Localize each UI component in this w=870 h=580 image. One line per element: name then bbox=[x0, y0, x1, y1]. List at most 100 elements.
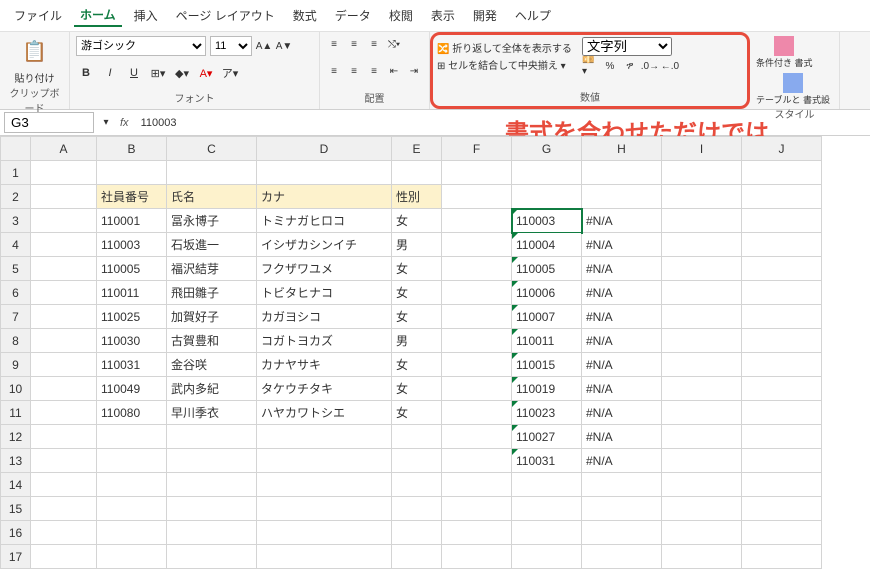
cell[interactable] bbox=[442, 377, 512, 401]
cell[interactable] bbox=[167, 425, 257, 449]
col-header[interactable]: C bbox=[167, 137, 257, 161]
cell[interactable]: カガヨシコ bbox=[257, 305, 392, 329]
cell[interactable] bbox=[442, 521, 512, 545]
cell[interactable]: イシザカシンイチ bbox=[257, 233, 392, 257]
cell[interactable] bbox=[442, 545, 512, 569]
cell[interactable] bbox=[31, 233, 97, 257]
cell[interactable]: 女 bbox=[392, 377, 442, 401]
cell[interactable] bbox=[31, 329, 97, 353]
cell[interactable]: 早川季衣 bbox=[167, 401, 257, 425]
cell[interactable] bbox=[31, 305, 97, 329]
worksheet-grid[interactable]: ABCDEFGHIJ12社員番号氏名カナ性別3110001冨永博子トミナガヒロコ… bbox=[0, 136, 870, 569]
cell[interactable] bbox=[582, 161, 662, 185]
cell[interactable]: #N/A bbox=[582, 281, 662, 305]
cell[interactable] bbox=[31, 257, 97, 281]
cell[interactable] bbox=[742, 473, 822, 497]
row-header[interactable]: 16 bbox=[1, 521, 31, 545]
decrease-font-icon[interactable]: A▼ bbox=[276, 38, 292, 54]
row-header[interactable]: 9 bbox=[1, 353, 31, 377]
cell[interactable] bbox=[662, 161, 742, 185]
cell[interactable]: 女 bbox=[392, 353, 442, 377]
cell[interactable] bbox=[442, 329, 512, 353]
cell[interactable] bbox=[512, 497, 582, 521]
row-header[interactable]: 13 bbox=[1, 449, 31, 473]
orientation-icon[interactable]: ⤭▾ bbox=[386, 36, 402, 52]
font-size-select[interactable]: 11 bbox=[210, 36, 252, 56]
number-format-select[interactable]: 文字列 bbox=[582, 37, 672, 56]
col-header[interactable]: I bbox=[662, 137, 742, 161]
cell[interactable] bbox=[442, 161, 512, 185]
conditional-format-button[interactable]: 条件付き 書式 bbox=[756, 36, 813, 69]
percent-icon[interactable]: % bbox=[602, 58, 618, 74]
row-header[interactable]: 14 bbox=[1, 473, 31, 497]
align-left-icon[interactable]: ≡ bbox=[326, 63, 342, 79]
cell[interactable] bbox=[582, 185, 662, 209]
cell[interactable] bbox=[742, 281, 822, 305]
cell[interactable]: 女 bbox=[392, 281, 442, 305]
cell[interactable] bbox=[257, 161, 392, 185]
cell[interactable]: 110005 bbox=[512, 257, 582, 281]
cell[interactable] bbox=[392, 473, 442, 497]
row-header[interactable]: 17 bbox=[1, 545, 31, 569]
menu-item[interactable]: ヘルプ bbox=[509, 5, 557, 26]
cell[interactable]: #N/A bbox=[582, 449, 662, 473]
cell[interactable]: 男 bbox=[392, 329, 442, 353]
cell[interactable]: 氏名 bbox=[167, 185, 257, 209]
menu-item[interactable]: 表示 bbox=[425, 5, 461, 26]
namebox-dropdown-icon[interactable]: ▾ bbox=[98, 115, 114, 131]
cell[interactable] bbox=[662, 473, 742, 497]
align-center-icon[interactable]: ≡ bbox=[346, 63, 362, 79]
menu-item[interactable]: 開発 bbox=[467, 5, 503, 26]
align-middle-icon[interactable]: ≡ bbox=[346, 36, 362, 52]
fx-icon[interactable]: fx bbox=[114, 117, 135, 129]
cell[interactable]: コガトヨカズ bbox=[257, 329, 392, 353]
cell[interactable]: フクザワユメ bbox=[257, 257, 392, 281]
cell[interactable]: 福沢結芽 bbox=[167, 257, 257, 281]
cell[interactable]: 男 bbox=[392, 233, 442, 257]
cell[interactable]: 110001 bbox=[97, 209, 167, 233]
cell[interactable] bbox=[442, 305, 512, 329]
cell[interactable] bbox=[167, 161, 257, 185]
cell[interactable] bbox=[31, 209, 97, 233]
underline-button[interactable]: U bbox=[124, 63, 144, 83]
cell[interactable] bbox=[31, 497, 97, 521]
cell[interactable] bbox=[31, 353, 97, 377]
row-header[interactable]: 10 bbox=[1, 377, 31, 401]
menu-item[interactable]: 挿入 bbox=[128, 5, 164, 26]
cell[interactable]: トビタヒナコ bbox=[257, 281, 392, 305]
cell[interactable] bbox=[167, 473, 257, 497]
cell[interactable] bbox=[442, 257, 512, 281]
cell[interactable]: #N/A bbox=[582, 233, 662, 257]
cell[interactable]: 社員番号 bbox=[97, 185, 167, 209]
cell[interactable] bbox=[392, 521, 442, 545]
font-color-button[interactable]: A▾ bbox=[196, 63, 216, 83]
cell[interactable]: カナ bbox=[257, 185, 392, 209]
align-bottom-icon[interactable]: ≡ bbox=[366, 36, 382, 52]
cell[interactable]: 110031 bbox=[512, 449, 582, 473]
corner-cell[interactable] bbox=[1, 137, 31, 161]
cell[interactable] bbox=[442, 497, 512, 521]
cell[interactable]: 石坂進一 bbox=[167, 233, 257, 257]
row-header[interactable]: 1 bbox=[1, 161, 31, 185]
cell[interactable] bbox=[742, 329, 822, 353]
cell[interactable] bbox=[742, 497, 822, 521]
menu-item[interactable]: 校閲 bbox=[383, 5, 419, 26]
dec-decimal-icon[interactable]: ←.0 bbox=[662, 58, 678, 74]
cell[interactable] bbox=[97, 161, 167, 185]
cell[interactable] bbox=[742, 209, 822, 233]
cell[interactable] bbox=[662, 425, 742, 449]
cell[interactable] bbox=[662, 209, 742, 233]
cell[interactable] bbox=[662, 329, 742, 353]
cell[interactable] bbox=[97, 473, 167, 497]
cell[interactable] bbox=[742, 161, 822, 185]
cell[interactable] bbox=[662, 449, 742, 473]
cell[interactable] bbox=[442, 425, 512, 449]
align-right-icon[interactable]: ≡ bbox=[366, 63, 382, 79]
cell[interactable] bbox=[31, 425, 97, 449]
cell[interactable] bbox=[662, 281, 742, 305]
cell[interactable]: ハヤカワトシエ bbox=[257, 401, 392, 425]
cell[interactable] bbox=[582, 497, 662, 521]
cell[interactable]: 110006 bbox=[512, 281, 582, 305]
cell[interactable]: 110015 bbox=[512, 353, 582, 377]
cell[interactable] bbox=[31, 473, 97, 497]
